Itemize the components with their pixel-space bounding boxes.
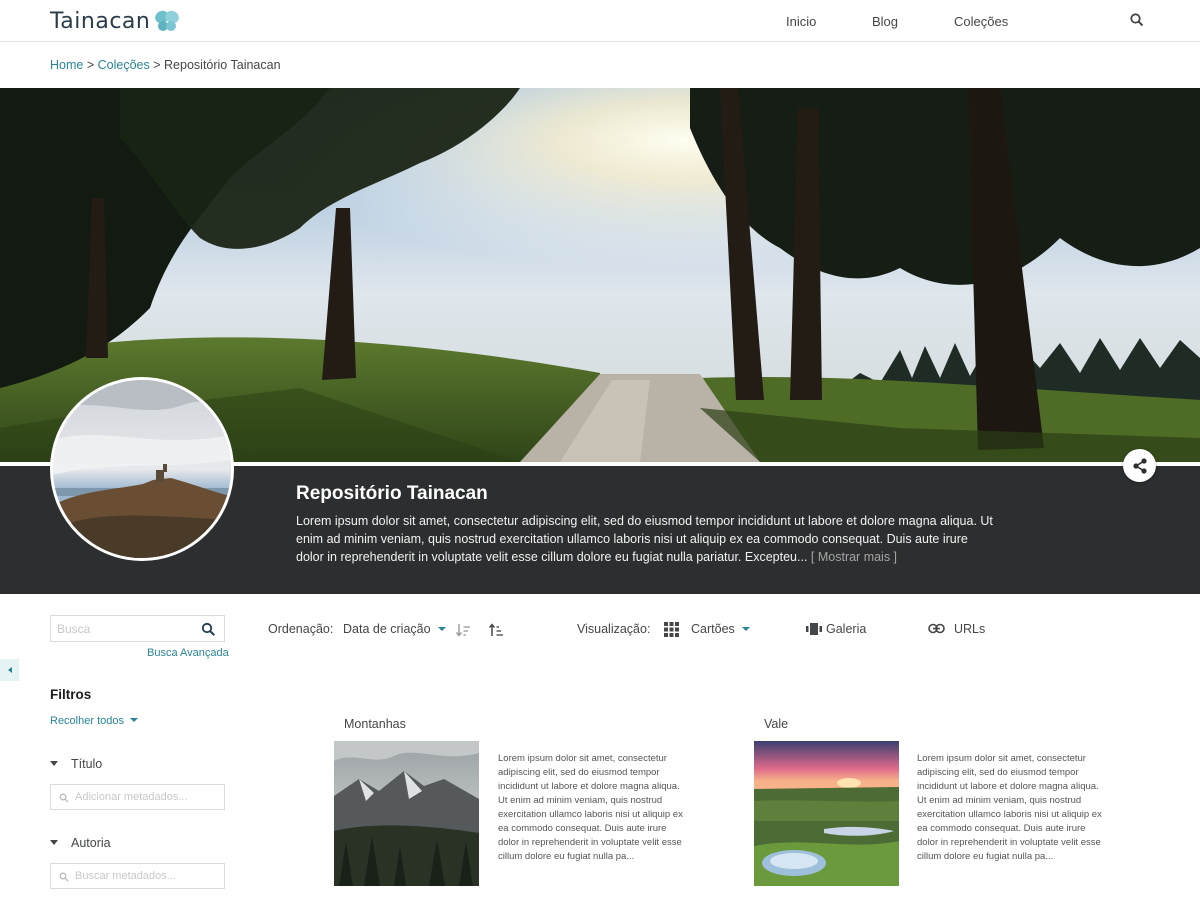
view-mode-dropdown[interactable]: Cartões — [691, 622, 750, 636]
collapse-filters-toggle[interactable] — [0, 659, 19, 681]
breadcrumb-home[interactable]: Home — [50, 58, 83, 72]
advanced-search-link[interactable]: Busca Avançada — [147, 647, 229, 659]
breadcrumb-separator: > — [86, 58, 95, 72]
link-icon[interactable] — [928, 623, 945, 634]
sort-label: Ordenação: — [268, 622, 334, 636]
nav-inicio[interactable]: Inicio — [786, 14, 816, 29]
view-mode-gallery[interactable]: Galeria — [826, 622, 866, 636]
item-description: Lorem ipsum dolor sit amet, consectetur … — [917, 753, 1102, 862]
filter-autoria-input[interactable] — [75, 864, 223, 888]
breadcrumb-separator: > — [153, 58, 161, 72]
search-input[interactable] — [51, 616, 196, 641]
view-mode-urls[interactable]: URLs — [954, 622, 985, 636]
collection-thumbnail — [50, 377, 234, 561]
sort-dropdown[interactable]: Data de criação — [343, 622, 446, 636]
gallery-view-icon[interactable] — [806, 623, 822, 635]
search-field — [50, 615, 225, 642]
item-title[interactable]: Vale — [764, 717, 788, 731]
site-logo[interactable]: Tainacan — [50, 8, 180, 34]
nav-colecoes[interactable]: Coleções — [954, 14, 1008, 29]
item-title[interactable]: Montanhas — [344, 717, 406, 731]
item-thumbnail[interactable] — [334, 741, 479, 886]
breadcrumb-current: Repositório Tainacan — [164, 58, 281, 72]
collapse-all-label: Recolher todos — [50, 715, 124, 727]
butterfly-logo-icon — [155, 10, 180, 31]
grid-view-icon — [664, 622, 679, 637]
collection-title: Repositório Tainacan — [296, 483, 488, 504]
chevron-down-icon — [741, 627, 750, 631]
search-icon[interactable] — [1129, 12, 1145, 28]
share-icon — [1132, 457, 1147, 474]
chevron-down-icon — [50, 761, 58, 766]
collapse-all-filters[interactable]: Recolher todos — [50, 715, 138, 727]
filter-titulo-input[interactable] — [75, 785, 223, 809]
show-more-link[interactable]: [ Mostrar mais ] — [811, 550, 897, 564]
view-mode-cards: Cartões — [691, 622, 735, 636]
share-button[interactable] — [1123, 449, 1156, 482]
sort-descending-icon[interactable] — [455, 622, 471, 638]
breadcrumb-collections[interactable]: Coleções — [98, 58, 150, 72]
sort-ascending-icon[interactable] — [488, 622, 504, 638]
filter-label: Título — [71, 757, 103, 771]
search-icon — [59, 793, 69, 803]
filter-titulo-toggle[interactable]: Título — [50, 757, 102, 771]
search-icon[interactable] — [201, 622, 216, 637]
search-icon — [59, 872, 69, 882]
logo-text: Tainacan — [50, 8, 151, 34]
item-thumbnail[interactable] — [754, 741, 899, 886]
filter-label: Autoria — [71, 836, 111, 850]
view-mode-label: Visualização: — [577, 622, 651, 636]
breadcrumb: Home > Coleções > Repositório Tainacan — [50, 58, 281, 72]
filter-titulo-field — [50, 784, 225, 810]
filter-autoria-toggle[interactable]: Autoria — [50, 836, 111, 850]
collection-description: Lorem ipsum dolor sit amet, consectetur … — [296, 512, 996, 566]
filter-autoria-field — [50, 863, 225, 889]
chevron-down-icon — [437, 627, 446, 631]
chevron-down-icon — [50, 840, 58, 845]
nav-blog[interactable]: Blog — [872, 14, 898, 29]
item-description: Lorem ipsum dolor sit amet, consectetur … — [498, 753, 683, 862]
chevron-down-icon — [130, 718, 138, 722]
filters-heading: Filtros — [50, 687, 92, 702]
top-navbar: Tainacan Inicio Blog Coleções — [0, 0, 1200, 42]
sort-value: Data de criação — [343, 622, 431, 636]
